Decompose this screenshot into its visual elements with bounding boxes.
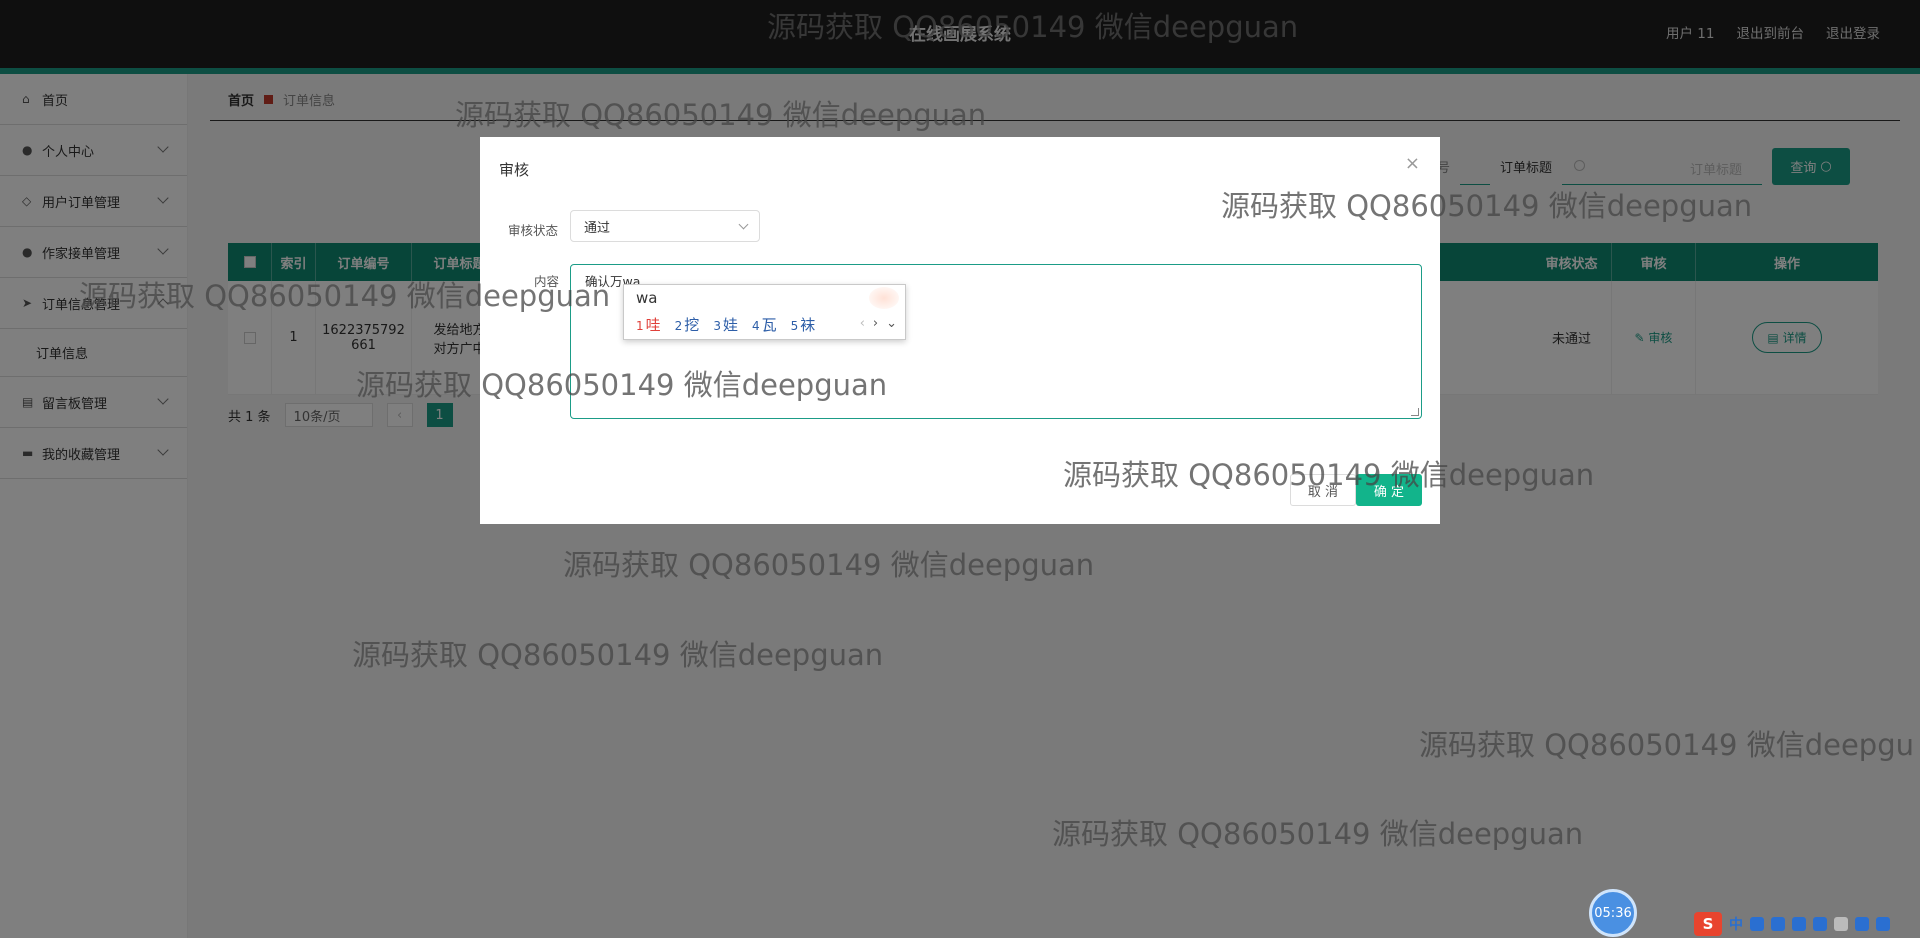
punctuation-icon[interactable]	[1750, 917, 1764, 931]
ime-candidate-text: 挖	[684, 316, 700, 334]
ime-candidate[interactable]: 3娃	[713, 314, 738, 335]
user-icon[interactable]	[1834, 917, 1848, 931]
ime-candidate-number: 5	[790, 319, 799, 333]
audit-status-value: 通过	[584, 220, 611, 236]
ime-candidates: 1哇 2挖 3娃 4瓦 5袜	[636, 314, 815, 335]
status-label: 审核状态	[508, 223, 559, 238]
watermark: 源码获取 QQ86050149 微信deepguan	[1052, 817, 1584, 851]
ime-lang-toggle[interactable]: 中	[1729, 914, 1743, 934]
watermark: 源码获取 QQ86050149 微信deepguan	[1221, 189, 1753, 223]
microphone-icon[interactable]	[1792, 917, 1806, 931]
ime-candidate-number: 2	[674, 319, 683, 333]
watermark: 源码获取 QQ86050149 微信deepguan	[79, 279, 611, 313]
ime-popup: wa 1哇 2挖 3娃 4瓦 5袜 ‹ › ⌄	[623, 284, 906, 340]
ime-candidate[interactable]: 2挖	[675, 314, 700, 335]
watermark: 源码获取 QQ86050149 微信deepguan	[352, 638, 884, 672]
ime-candidate[interactable]: 1哇	[636, 314, 661, 335]
watermark: 源码获取 QQ86050149 微信deepgu	[1419, 728, 1914, 762]
ime-logo-icon	[869, 287, 899, 309]
chevron-down-icon	[738, 219, 749, 230]
resize-handle-icon[interactable]	[1411, 408, 1419, 416]
ime-candidate[interactable]: 4瓦	[752, 314, 777, 335]
clock-widget[interactable]: 05:36	[1589, 889, 1637, 937]
watermark: 源码获取 QQ86050149 微信deepguan	[1063, 458, 1595, 492]
emoji-icon[interactable]	[1771, 917, 1785, 931]
ime-nav: ‹ › ⌄	[860, 316, 897, 331]
watermark: 源码获取 QQ86050149 微信deepguan	[455, 98, 987, 132]
watermark: 源码获取 QQ86050149 微信deepguan	[563, 548, 1095, 582]
ime-candidate[interactable]: 5袜	[791, 314, 816, 335]
ime-candidate-text: 袜	[800, 316, 816, 334]
ime-candidate-number: 3	[713, 319, 721, 333]
keyboard-icon[interactable]	[1813, 917, 1827, 931]
watermark: 源码获取 QQ86050149 微信deepguan	[356, 368, 888, 402]
ime-expand-icon[interactable]: ⌄	[886, 316, 897, 331]
ime-toolbar: S 中	[1694, 912, 1890, 936]
watermark: 源码获取 QQ86050149 微信deepguan	[767, 10, 1299, 44]
audit-status-select[interactable]: 通过	[570, 210, 760, 242]
ime-next-icon[interactable]: ›	[873, 316, 878, 331]
ime-prev-icon[interactable]: ‹	[860, 316, 865, 331]
close-icon[interactable]: ×	[1405, 153, 1420, 174]
ime-candidate-number: 1	[636, 319, 644, 333]
ime-candidate-text: 瓦	[761, 316, 777, 334]
ime-candidate-text: 哇	[645, 316, 661, 334]
sogou-logo-icon[interactable]: S	[1694, 912, 1722, 936]
ime-composition: wa	[636, 289, 658, 307]
grid-icon[interactable]	[1876, 917, 1890, 931]
dialog-title: 审核	[499, 161, 530, 179]
ime-candidate-text: 娃	[722, 316, 738, 334]
skin-icon[interactable]	[1855, 917, 1869, 931]
ime-candidate-number: 4	[751, 319, 760, 333]
